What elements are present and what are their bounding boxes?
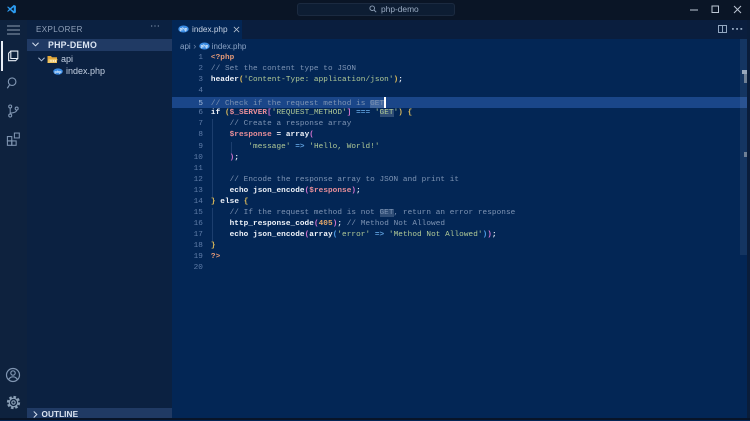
svg-text:php: php (180, 27, 188, 32)
svg-text:php: php (54, 70, 62, 74)
svg-text:php: php (200, 44, 208, 49)
